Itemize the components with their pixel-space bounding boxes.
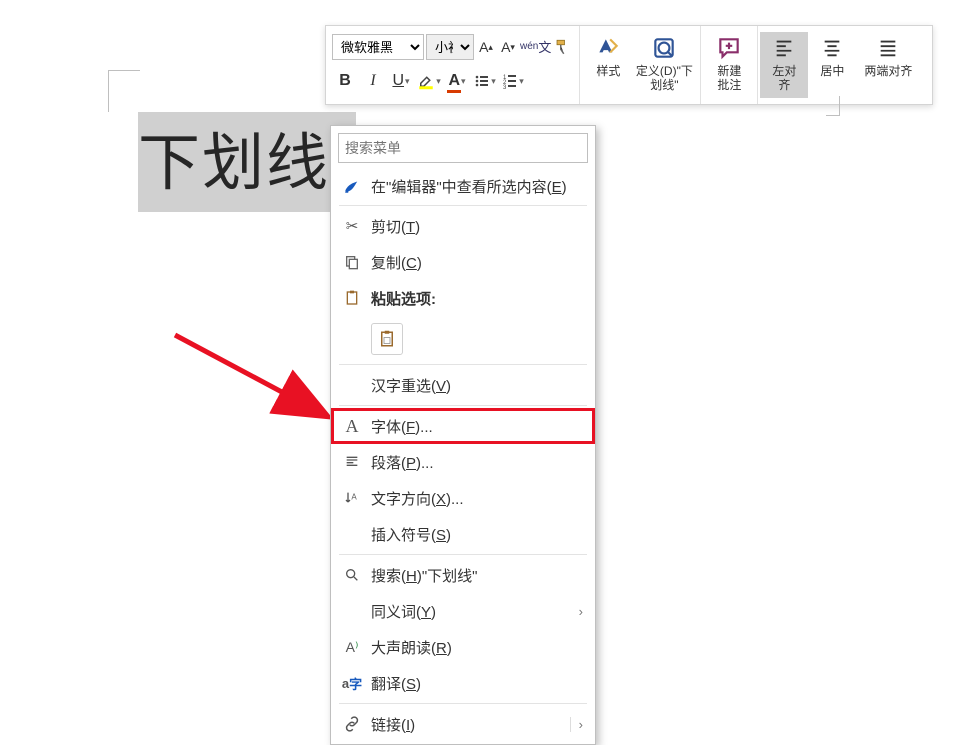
context-search-input[interactable] — [345, 140, 581, 156]
clipboard-icon — [339, 289, 365, 307]
separator — [339, 405, 587, 406]
link-icon — [339, 715, 365, 733]
page-margin-marker — [108, 70, 140, 112]
menu-cut[interactable]: ✂ 剪切(T) — [331, 208, 595, 244]
align-justify-button[interactable]: 两端对齐 — [856, 32, 920, 98]
menu-link[interactable]: 链接(I) › — [331, 706, 595, 742]
separator — [339, 554, 587, 555]
menu-label: 同义词(Y) — [371, 601, 579, 622]
paragraph-icon — [339, 454, 365, 470]
separator — [339, 364, 587, 365]
menu-label: 文字方向(X)... — [371, 488, 583, 509]
submenu-arrow-icon: › — [570, 717, 583, 732]
menu-label: 粘贴选项: — [371, 288, 583, 309]
read-aloud-icon: A⁾ — [339, 639, 365, 656]
submenu-arrow-icon: › — [579, 604, 583, 619]
font-grow-icon[interactable]: A▴ — [476, 34, 496, 60]
font-a-icon: A — [339, 416, 365, 437]
menu-synonyms[interactable]: 同义词(Y) › — [331, 593, 595, 629]
menu-label: 大声朗读(R) — [371, 637, 583, 658]
menu-insert-symbol[interactable]: 插入符号(S) — [331, 516, 595, 552]
scissors-icon: ✂ — [339, 217, 365, 235]
menu-paragraph[interactable]: 段落(P)... — [331, 444, 595, 480]
copy-icon — [339, 254, 365, 270]
font-size-select[interactable]: 小初 — [426, 34, 474, 60]
menu-label: 复制(C) — [371, 252, 583, 273]
menu-label: 搜索(H)"下划线" — [371, 565, 583, 586]
menu-label: 翻译(S) — [371, 673, 583, 694]
menu-copy[interactable]: 复制(C) — [331, 244, 595, 280]
menu-label: 汉字重选(V) — [371, 375, 583, 396]
menu-font[interactable]: A 字体(F)... — [331, 408, 595, 444]
menu-view-in-editor[interactable]: 在"编辑器"中查看所选内容(E) — [331, 169, 595, 203]
context-search-box[interactable] — [338, 133, 588, 163]
menu-label: 段落(P)... — [371, 452, 583, 473]
menu-label: 剪切(T) — [371, 216, 583, 237]
menu-label: 链接(I) — [371, 714, 570, 735]
separator — [339, 703, 587, 704]
svg-text:A: A — [351, 492, 357, 501]
separator — [339, 205, 587, 206]
menu-text-direction[interactable]: A 文字方向(X)... — [331, 480, 595, 516]
editor-pen-icon — [339, 177, 365, 195]
context-menu: 在"编辑器"中查看所选内容(E) ✂ 剪切(T) 复制(C) 粘贴选项: 汉字重… — [330, 125, 596, 745]
menu-label: 在"编辑器"中查看所选内容(E) — [371, 176, 583, 197]
menu-label: 字体(F)... — [371, 416, 583, 437]
text-direction-icon: A — [339, 490, 365, 506]
menu-read-aloud[interactable]: A⁾ 大声朗读(R) — [331, 629, 595, 665]
document-text[interactable]: 下划线 — [138, 112, 330, 202]
paste-options-row — [331, 316, 595, 362]
page-margin-marker — [826, 96, 840, 116]
search-icon — [339, 567, 365, 583]
menu-ime-reconvert[interactable]: 汉字重选(V) — [331, 367, 595, 403]
font-family-select[interactable]: 微软雅黑 — [332, 34, 424, 60]
font-shrink-icon[interactable]: A▾ — [498, 34, 518, 60]
menu-label: 插入符号(S) — [371, 524, 583, 545]
phonetic-guide-icon[interactable]: wén文 — [520, 34, 551, 60]
menu-search[interactable]: 搜索(H)"下划线" — [331, 557, 595, 593]
menu-translate[interactable]: a字 翻译(S) — [331, 665, 595, 701]
format-painter-icon[interactable] — [553, 34, 573, 60]
translate-icon: a字 — [339, 674, 365, 693]
menu-paste-options: 粘贴选项: — [331, 280, 595, 316]
paste-keep-source-button[interactable] — [371, 323, 403, 355]
